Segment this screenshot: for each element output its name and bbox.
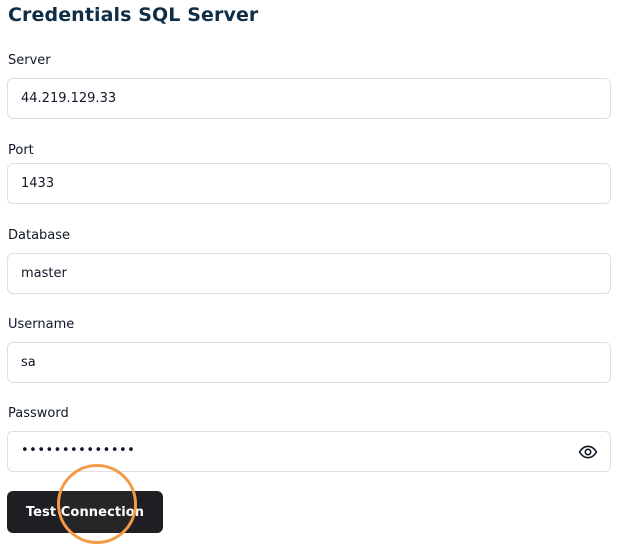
server-field[interactable]: 44.219.129.33 xyxy=(7,78,611,119)
username-label: Username xyxy=(8,317,75,332)
eye-icon[interactable] xyxy=(578,444,598,460)
username-field[interactable]: sa xyxy=(7,342,611,383)
test-connection-button[interactable]: Test Connection xyxy=(7,491,163,533)
database-field[interactable]: master xyxy=(7,253,611,294)
password-value: •••••••••••••• xyxy=(21,443,136,458)
server-value: 44.219.129.33 xyxy=(21,91,117,106)
port-value: 1433 xyxy=(21,176,55,191)
server-label: Server xyxy=(8,53,51,68)
database-value: master xyxy=(21,266,67,281)
page-title: Credentials SQL Server xyxy=(8,4,259,26)
port-label: Port xyxy=(8,143,34,158)
password-label: Password xyxy=(8,406,69,421)
database-label: Database xyxy=(8,228,71,243)
password-field[interactable]: •••••••••••••• xyxy=(7,431,611,472)
port-field[interactable]: 1433 xyxy=(7,163,611,204)
username-value: sa xyxy=(21,355,36,370)
